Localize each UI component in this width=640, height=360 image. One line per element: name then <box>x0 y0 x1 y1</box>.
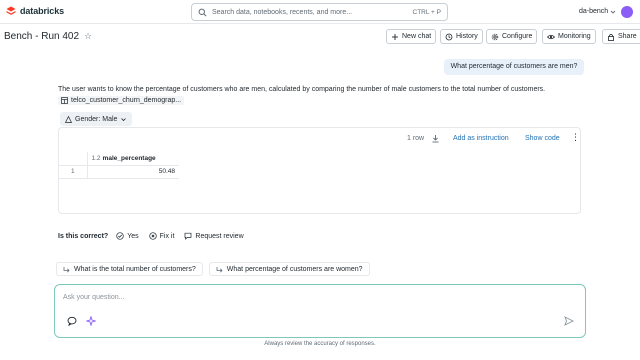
request-review-label: Request review <box>195 232 244 240</box>
send-icon[interactable] <box>564 316 574 326</box>
search-icon <box>198 8 207 16</box>
search-shortcut: CTRL + P <box>412 8 441 16</box>
question-composer[interactable]: Ask your question... <box>54 284 586 338</box>
new-chat-label: New chat <box>402 33 432 40</box>
filter-chip-label: Gender: Male <box>75 115 118 123</box>
share-label: Share <box>618 33 637 40</box>
row-index: 1 <box>59 165 88 179</box>
databricks-logo[interactable]: databricks <box>6 6 64 16</box>
plus-icon <box>392 33 398 40</box>
feedback-bar: Is this correct? Yes Fix it Request revi… <box>58 229 246 243</box>
global-search[interactable]: Search data, notebooks, recents, and mor… <box>191 3 448 21</box>
new-chat-button[interactable]: New chat <box>386 29 437 44</box>
chevron-down-icon <box>121 117 127 121</box>
chevron-down-icon <box>610 10 616 14</box>
download-icon[interactable] <box>431 134 440 143</box>
column-header[interactable]: 1.2 male_percentage <box>87 152 179 166</box>
column-name: male_percentage <box>102 154 156 162</box>
monitoring-button[interactable]: Monitoring <box>542 29 596 44</box>
assistant-explanation: The user wants to know the percentage of… <box>58 86 546 93</box>
yes-button[interactable]: Yes <box>114 232 140 240</box>
yes-label: Yes <box>127 232 139 240</box>
chat-bubble-icon[interactable] <box>67 316 77 326</box>
history-label: History <box>456 33 478 40</box>
suggestion-text: What is the total number of customers? <box>74 265 196 273</box>
fix-it-button[interactable]: Fix it <box>147 232 177 240</box>
workspace-selector[interactable]: da-bench <box>579 8 616 15</box>
filter-icon <box>65 115 72 123</box>
brand-name: databricks <box>20 6 65 16</box>
history-icon <box>445 33 453 40</box>
more-options-icon[interactable]: ⋮ <box>571 133 580 142</box>
result-card: 1 row Add as instruction Show code ⋮ 1.2… <box>58 127 581 214</box>
table-icon <box>61 97 68 104</box>
databricks-logo-icon <box>6 6 16 15</box>
request-review-button[interactable]: Request review <box>182 232 245 240</box>
avatar[interactable] <box>621 6 633 18</box>
filter-chip[interactable]: Gender: Male <box>60 112 133 126</box>
feedback-question: Is this correct? <box>58 232 109 240</box>
close-circle-icon <box>148 232 157 240</box>
history-button[interactable]: History <box>440 29 483 44</box>
configure-label: Configure <box>502 33 533 40</box>
check-circle-icon <box>116 232 124 240</box>
comment-icon <box>185 232 192 240</box>
eye-icon <box>547 34 555 39</box>
show-code-link[interactable]: Show code <box>525 135 560 142</box>
table-reference-label: telco_customer_churn_demograp... <box>71 97 182 104</box>
disclaimer: Always review the accuracy of responses. <box>264 341 376 347</box>
composer-tools <box>67 316 96 326</box>
fix-it-label: Fix it <box>159 232 175 240</box>
row-count: 1 row <box>407 135 425 142</box>
user-message: What percentage of customers are men? <box>444 59 584 75</box>
column-type: 1.2 <box>91 154 101 162</box>
gear-icon <box>491 33 499 40</box>
search-placeholder: Search data, notebooks, recents, and mor… <box>212 8 353 16</box>
suggested-questions: What is the total number of customers? W… <box>56 262 370 276</box>
add-as-instruction-link[interactable]: Add as instruction <box>453 135 509 142</box>
result-table: 1.2 male_percentage 1 50.48 <box>59 152 179 179</box>
monitoring-label: Monitoring <box>558 33 591 40</box>
suggestion-chip[interactable]: What percentage of customers are women? <box>208 262 370 276</box>
top-bar: databricks Search data, notebooks, recen… <box>0 0 640 24</box>
table-cell: 50.48 <box>87 165 179 179</box>
configure-button[interactable]: Configure <box>486 29 538 44</box>
page-title: Bench - Run 402 <box>4 31 80 42</box>
table-row: 1 50.48 <box>59 165 179 179</box>
sparkle-icon[interactable] <box>86 316 96 326</box>
arrow-return-icon <box>63 266 70 272</box>
suggestion-text: What percentage of customers are women? <box>226 265 363 273</box>
star-icon[interactable]: ☆ <box>84 31 92 42</box>
index-header <box>59 152 88 166</box>
suggestion-chip[interactable]: What is the total number of customers? <box>56 262 203 276</box>
share-button[interactable]: Share <box>602 29 640 44</box>
composer-placeholder: Ask your question... <box>63 294 125 301</box>
table-header-row: 1.2 male_percentage <box>59 152 179 166</box>
table-reference[interactable]: telco_customer_churn_demograp... <box>58 96 185 105</box>
lock-icon <box>608 33 614 41</box>
workspace-name: da-bench <box>579 8 609 15</box>
arrow-return-icon <box>216 266 223 272</box>
title-row: Bench - Run 402 ☆ New chat History Confi… <box>0 28 640 46</box>
